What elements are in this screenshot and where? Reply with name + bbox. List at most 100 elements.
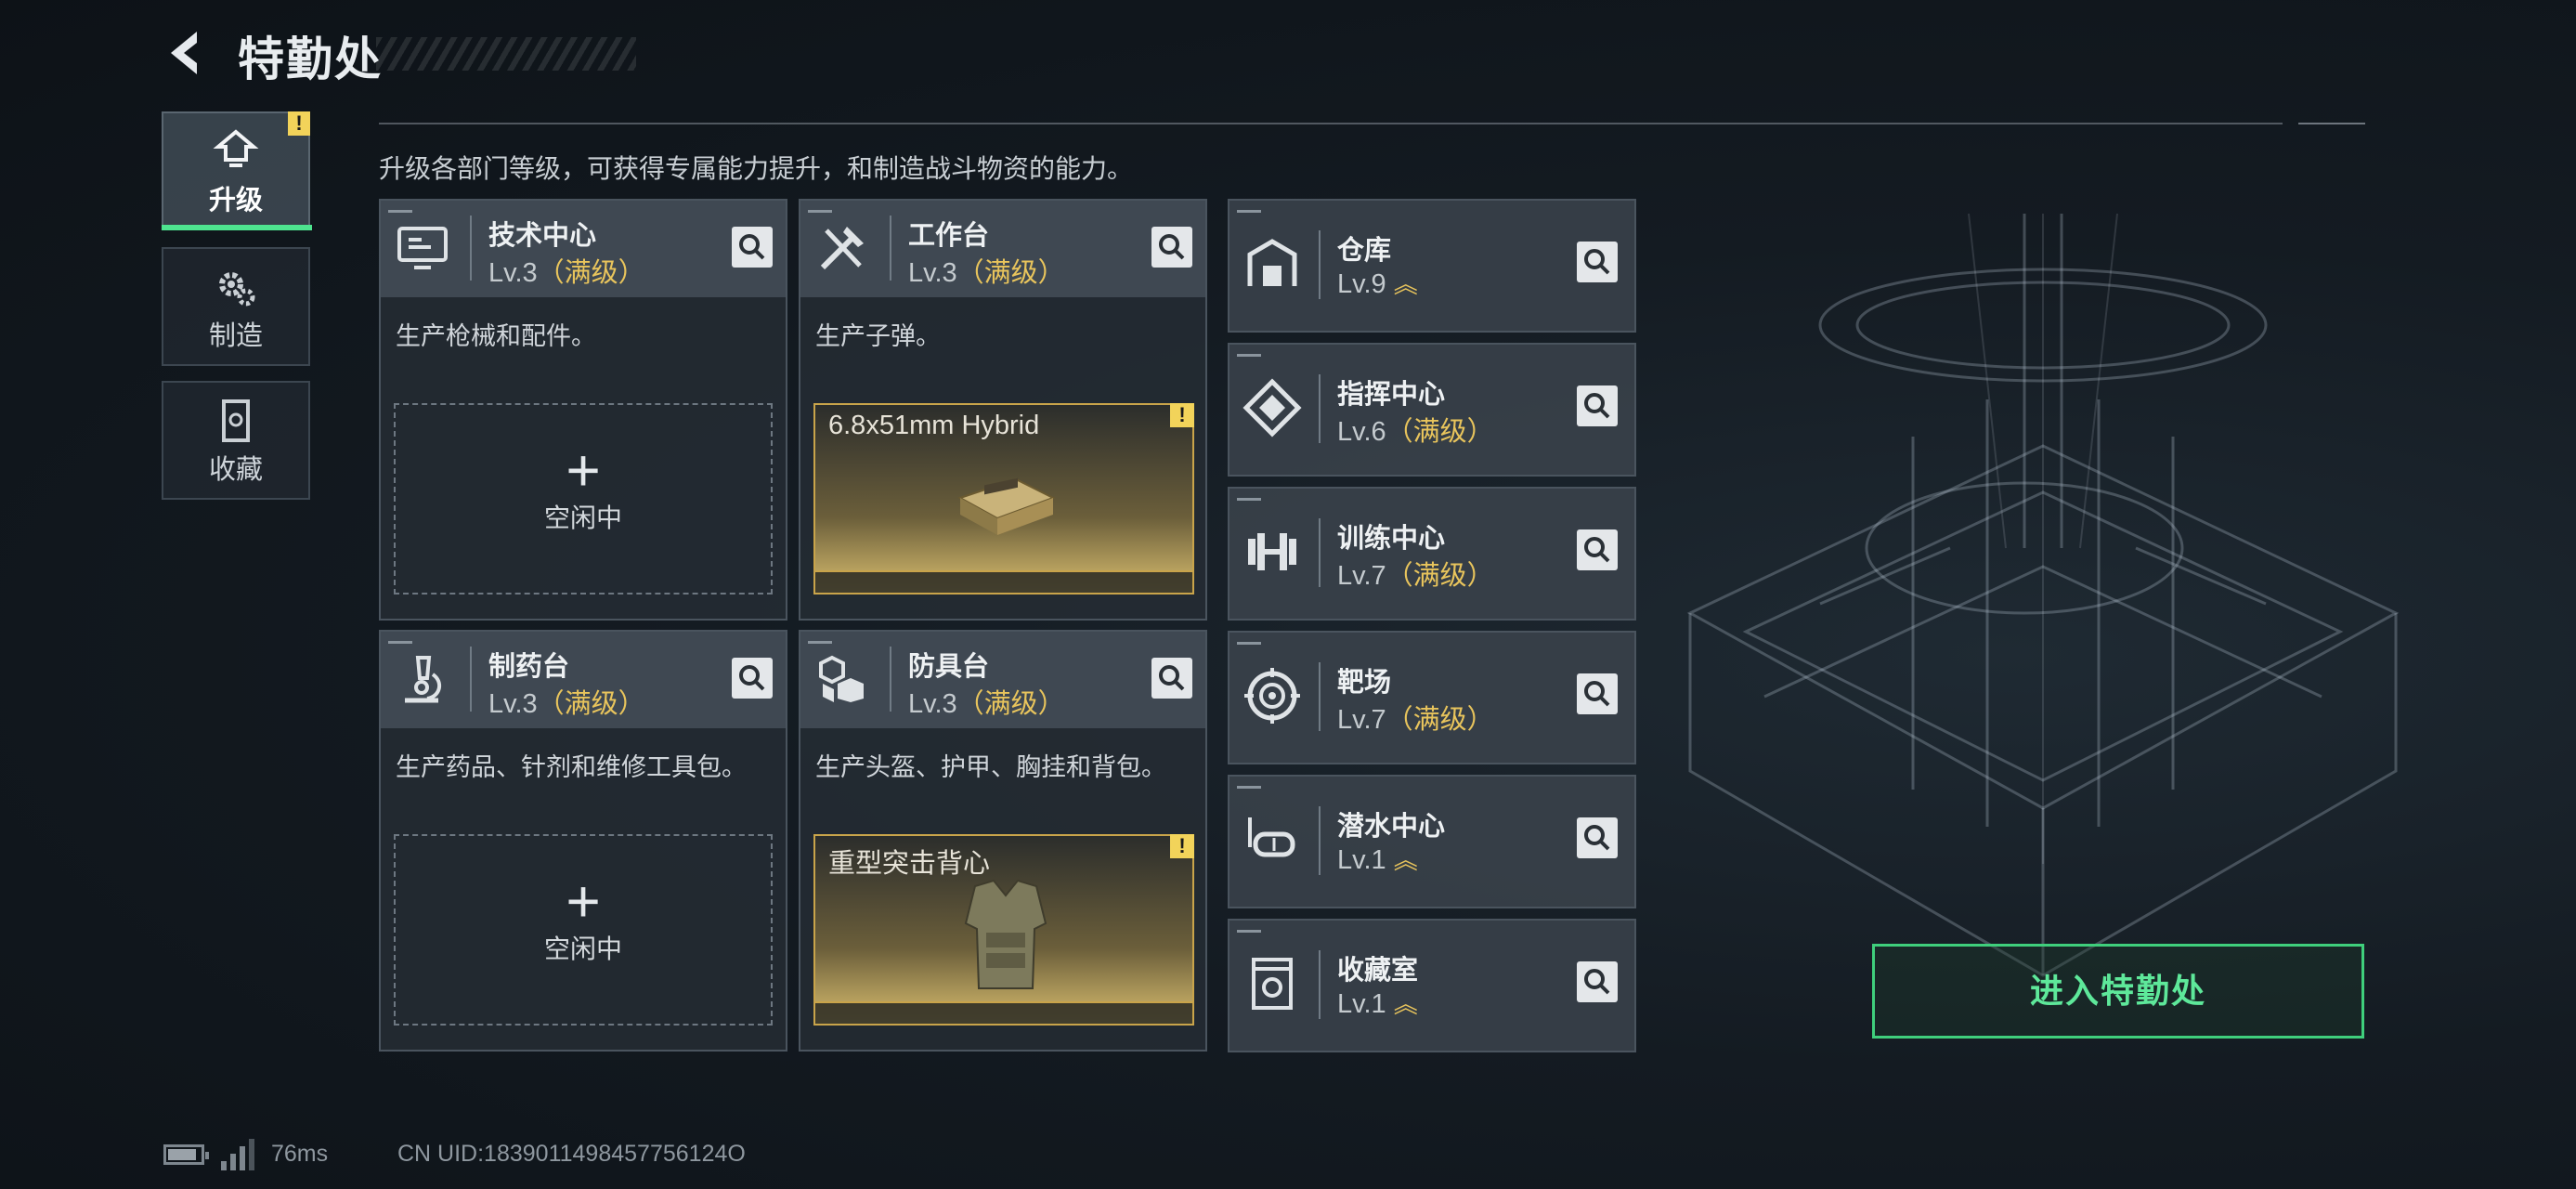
department-card-diving-center[interactable]: 潜水中心 Lv.1 ︽	[1228, 775, 1636, 908]
department-card-collection-room[interactable]: 收藏室 Lv.1 ︽	[1228, 919, 1636, 1052]
department-card-pharmacy[interactable]: 制药台 Lv.3（满级） 生产药品、针剂和维修工具包。 + 空闲中	[379, 630, 787, 1052]
corner-tick	[1237, 786, 1261, 789]
card-level: Lv.9 ︽	[1337, 266, 1418, 300]
command-icon	[1242, 378, 1302, 438]
level-value: Lv.3	[908, 689, 957, 719]
search-icon[interactable]	[732, 227, 773, 268]
card-name: 防具台	[908, 652, 990, 682]
card-name: 工作台	[908, 221, 990, 251]
search-icon[interactable]	[1151, 227, 1192, 268]
diving-mask-icon	[1248, 817, 1295, 857]
department-card-tech-center[interactable]: 技术中心 Lv.3（满级） 生产枪械和配件。 + 空闲中	[379, 199, 787, 621]
max-level-tag: （满级）	[1386, 561, 1494, 591]
card-level: Lv.7（满级）	[1337, 698, 1494, 737]
corner-tick	[808, 641, 832, 644]
signal-icon	[221, 1139, 254, 1170]
search-icon[interactable]	[1151, 658, 1192, 699]
tab-collection-label: 收藏	[208, 455, 263, 485]
separator	[1319, 374, 1321, 443]
upgrade-arrow-icon: ︽	[1393, 270, 1418, 298]
search-icon[interactable]	[732, 658, 773, 699]
tab-upgrade-label: 升级	[208, 186, 263, 216]
search-icon[interactable]	[1577, 673, 1618, 714]
ping-text: 76ms	[271, 1141, 329, 1167]
back-arrow-icon[interactable]	[160, 26, 214, 80]
upgrade-icon	[213, 129, 259, 167]
idle-slot[interactable]: + 空闲中	[394, 403, 773, 594]
tab-collection[interactable]: 收藏	[162, 381, 310, 500]
department-card-command-center[interactable]: 指挥中心 Lv.6（满级）	[1228, 343, 1636, 477]
separator	[470, 647, 472, 712]
enter-special-ops-button[interactable]: 进入特勤处	[1872, 944, 2364, 1039]
corner-tick	[1237, 210, 1261, 213]
cubes-icon	[819, 655, 864, 702]
corner-tick	[388, 641, 412, 644]
dumbbell-icon	[1248, 533, 1296, 570]
search-icon[interactable]	[1577, 961, 1618, 1002]
department-card-training-center[interactable]: 训练中心 Lv.7（满级）	[1228, 487, 1636, 621]
card-level: Lv.6（满级）	[1337, 410, 1494, 449]
divider	[2298, 123, 2365, 124]
tab-manufacture-label: 制造	[208, 321, 263, 351]
collection-icon	[222, 399, 250, 442]
warning-badge: !	[1170, 834, 1194, 858]
separator	[1319, 950, 1321, 1019]
department-card-warehouse[interactable]: 仓库 Lv.9 ︽	[1228, 199, 1636, 333]
idle-slot[interactable]: + 空闲中	[394, 834, 773, 1026]
gear-icon	[219, 272, 255, 307]
uid-text: CN UID:1839011498457756124O	[397, 1141, 746, 1167]
card-name: 制药台	[488, 652, 570, 682]
search-icon[interactable]	[1577, 817, 1618, 858]
production-slot[interactable]: 重型突击背心 !	[813, 834, 1194, 1026]
card-header: 制药台 Lv.3（满级）	[381, 632, 786, 728]
level-value: Lv.7	[1337, 561, 1386, 591]
search-icon[interactable]	[1577, 529, 1618, 570]
department-card-armor-bench[interactable]: 防具台 Lv.3（满级） 生产头盔、护甲、胸挂和背包。 重型突击背心 !	[799, 630, 1207, 1052]
card-name: 潜水中心	[1337, 812, 1446, 842]
separator	[890, 647, 891, 712]
tab-manufacture[interactable]: 制造	[162, 247, 310, 366]
plus-icon: +	[566, 437, 601, 503]
max-level-tag: （满级）	[956, 258, 1065, 288]
target-icon	[1244, 668, 1300, 724]
level-value: Lv.3	[488, 258, 538, 288]
card-description: 生产头盔、护甲、胸挂和背包。	[815, 753, 1166, 781]
card-description: 生产子弹。	[815, 322, 941, 350]
level-value: Lv.1	[1337, 845, 1386, 875]
page-title: 特勤处	[238, 33, 383, 85]
card-description: 生产枪械和配件。	[396, 322, 596, 350]
special-ops-building-illustration	[1686, 214, 2400, 977]
card-level: Lv.1 ︽	[1337, 986, 1418, 1020]
card-name: 收藏室	[1337, 956, 1419, 986]
level-value: Lv.6	[1337, 417, 1386, 447]
product-name: 重型突击背心	[828, 849, 991, 879]
tools-icon	[820, 227, 864, 270]
microscope-icon	[405, 656, 442, 703]
production-slot[interactable]: 6.8x51mm Hybrid !	[813, 403, 1194, 594]
card-level: Lv.3（满级）	[908, 251, 1065, 290]
collection-room-icon	[1252, 958, 1293, 1010]
card-level: Lv.1 ︽	[1337, 842, 1418, 876]
idle-label: 空闲中	[543, 503, 622, 532]
corner-tick	[1237, 930, 1261, 933]
separator	[1319, 806, 1321, 875]
search-icon[interactable]	[1577, 242, 1618, 282]
card-name: 指挥中心	[1337, 380, 1446, 410]
separator	[1319, 662, 1321, 731]
department-card-shooting-range[interactable]: 靶场 Lv.7（满级）	[1228, 631, 1636, 764]
department-card-workbench[interactable]: 工作台 Lv.3（满级） 生产子弹。 6.8x51mm Hybrid !	[799, 199, 1207, 621]
separator	[1319, 518, 1321, 587]
level-value: Lv.3	[488, 689, 538, 719]
armor-vest-icon	[964, 879, 1047, 989]
card-name: 技术中心	[488, 221, 597, 251]
corner-tick	[1237, 354, 1261, 357]
progress-bar	[815, 1001, 1192, 1024]
search-icon[interactable]	[1577, 385, 1618, 426]
active-tab-indicator	[162, 225, 312, 230]
max-level-tag: （满级）	[537, 689, 645, 719]
computer-icon	[397, 227, 448, 269]
upgrade-arrow-icon: ︽	[1393, 846, 1418, 874]
max-level-tag: （满级）	[537, 258, 645, 288]
warehouse-icon	[1247, 239, 1297, 286]
card-header: 防具台 Lv.3（满级）	[800, 632, 1205, 728]
